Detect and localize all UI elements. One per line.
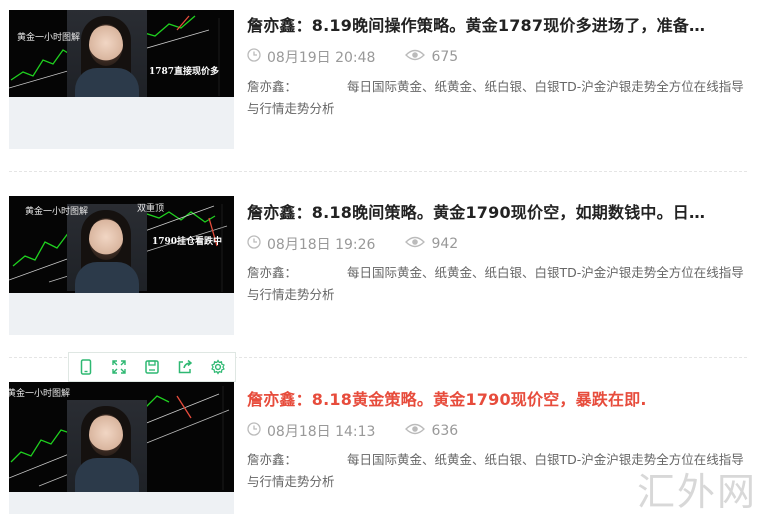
author-photo	[67, 10, 147, 97]
share-icon[interactable]	[170, 353, 200, 381]
article-views: 942	[431, 236, 459, 252]
clock-icon	[247, 48, 261, 66]
thumb-chart-title: 黄金一小时图解	[17, 33, 81, 43]
article-thumbnail[interactable]: 黄金一小时图解 1787直接现价多	[9, 10, 234, 97]
thumb-chart-subtitle: 双重顶	[137, 204, 165, 214]
article-title[interactable]: 詹亦鑫：8.18晚间策略。黄金1790现价空，如期数钱中。日…	[247, 199, 752, 223]
author-photo	[67, 400, 147, 492]
divider	[9, 171, 747, 172]
expand-icon[interactable]	[104, 353, 134, 381]
article-summary: 詹亦鑫： 每日国际黄金、纸黄金、纸白银、白银TD-沪金沪银走势全方位在线指导与行情…	[247, 76, 747, 120]
article-thumbnail-wrap[interactable]: 黄金一小时图解 双重顶 1790挂仓看跌中	[9, 196, 234, 335]
summary-author: 詹亦鑫：	[247, 265, 298, 280]
article-thumbnail-wrap[interactable]: 黄金一小时图解 1787直接现价多	[9, 10, 234, 149]
article-views: 675	[431, 49, 459, 65]
article-summary: 詹亦鑫： 每日国际黄金、纸黄金、纸白银、白银TD-沪金沪银走势全方位在线指导与行情…	[247, 262, 747, 306]
article-thumbnail[interactable]: 黄金一小时图解	[9, 382, 234, 492]
article-thumbnail[interactable]: 黄金一小时图解 双重顶 1790挂仓看跌中	[9, 196, 234, 293]
eye-icon	[405, 48, 426, 66]
summary-author: 詹亦鑫：	[247, 79, 298, 94]
article-thumbnail-wrap[interactable]: 黄金一小时图解	[9, 382, 234, 514]
article-date: 08月18日 14:13	[267, 424, 376, 440]
thumb-chart-title: 黄金一小时图解	[9, 389, 71, 399]
thumb-note: 1790挂仓看跌中	[152, 237, 223, 247]
gear-icon[interactable]	[203, 353, 233, 381]
clock-icon	[247, 422, 261, 440]
thumb-note: 1787直接现价多	[149, 67, 220, 77]
author-photo	[67, 204, 147, 293]
clock-icon	[247, 235, 261, 253]
thumbnail-toolbar	[68, 352, 236, 382]
site-watermark: 汇外网	[637, 470, 758, 514]
article-title[interactable]: 詹亦鑫：8.18黄金策略。黄金1790现价空，暴跌在即.	[247, 386, 752, 410]
article-meta: 08月18日 19:26 942	[247, 234, 458, 254]
article-meta: 08月19日 20:48 675	[247, 47, 458, 67]
eye-icon	[405, 235, 426, 253]
eye-icon	[405, 422, 426, 440]
thumb-chart-title: 黄金一小时图解	[25, 207, 89, 217]
save-icon[interactable]	[137, 353, 167, 381]
article-date: 08月19日 20:48	[267, 50, 376, 66]
summary-text: 每日国际黄金、纸黄金、纸白银、白银TD-沪金沪银走势全方位在线指导与行情走势分析	[247, 79, 744, 116]
summary-author: 詹亦鑫：	[247, 452, 298, 467]
article-title[interactable]: 詹亦鑫：8.19晚间操作策略。黄金1787现价多进场了，准备…	[247, 12, 752, 36]
article-views: 636	[431, 423, 459, 439]
article-date: 08月18日 19:26	[267, 237, 376, 253]
summary-text: 每日国际黄金、纸黄金、纸白银、白银TD-沪金沪银走势全方位在线指导与行情走势分析	[247, 265, 744, 302]
phone-icon[interactable]	[71, 353, 101, 381]
article-meta: 08月18日 14:13 636	[247, 421, 458, 441]
